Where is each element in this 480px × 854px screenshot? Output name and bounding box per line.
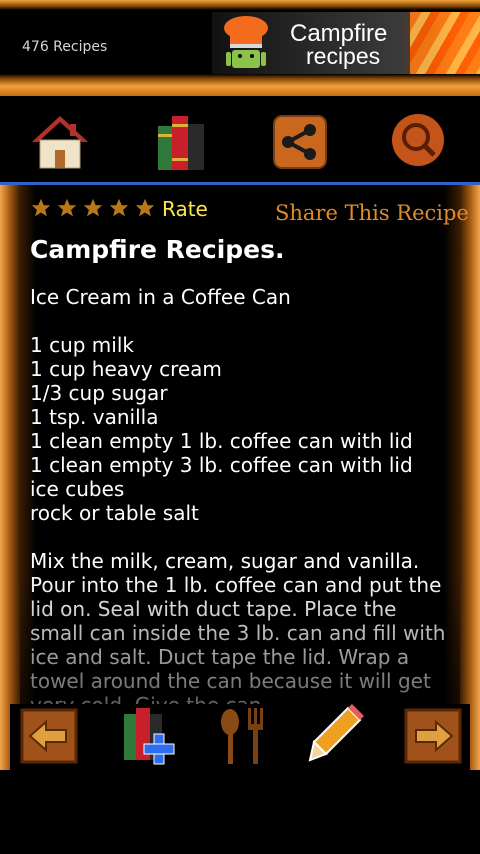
star-icon[interactable] (56, 197, 78, 219)
search-icon[interactable] (386, 112, 450, 172)
top-toolbar (0, 96, 480, 182)
chef-android-icon (224, 16, 268, 68)
books-icon[interactable] (150, 112, 214, 172)
bottom-toolbar (10, 704, 470, 770)
recipe-body: Ice Cream in a Coffee Can 1 cup milk 1 c… (30, 285, 446, 717)
star-icon[interactable] (30, 197, 52, 219)
home-icon[interactable] (28, 112, 92, 172)
add-books-icon[interactable] (120, 704, 184, 768)
flame-decoration (410, 12, 480, 74)
share-recipe-link[interactable]: Share This Recipe (275, 201, 469, 225)
recipe-count: 476 Recipes (22, 39, 108, 55)
header-bar: 476 Recipes Campfire recipes (0, 0, 480, 96)
app-screen: 476 Recipes Campfire recipes Rate Share … (0, 0, 480, 770)
recipe-content: Rate Share This Recipe Campfire Recipes.… (0, 185, 480, 770)
recipe-title: Campfire Recipes. (30, 235, 285, 264)
star-icon[interactable] (134, 197, 156, 219)
arrow-left-icon[interactable] (18, 704, 82, 768)
star-icon[interactable] (82, 197, 104, 219)
campfire-recipes-banner[interactable]: Campfire recipes (212, 12, 480, 74)
banner-title-line2: recipes (306, 43, 381, 69)
arrow-right-icon[interactable] (400, 704, 464, 768)
share-icon[interactable] (268, 112, 332, 172)
star-rating[interactable] (30, 197, 160, 223)
rate-link[interactable]: Rate (162, 197, 208, 221)
star-icon[interactable] (108, 197, 130, 219)
pencil-icon[interactable] (304, 704, 368, 768)
spoon-fork-icon[interactable] (210, 704, 274, 768)
